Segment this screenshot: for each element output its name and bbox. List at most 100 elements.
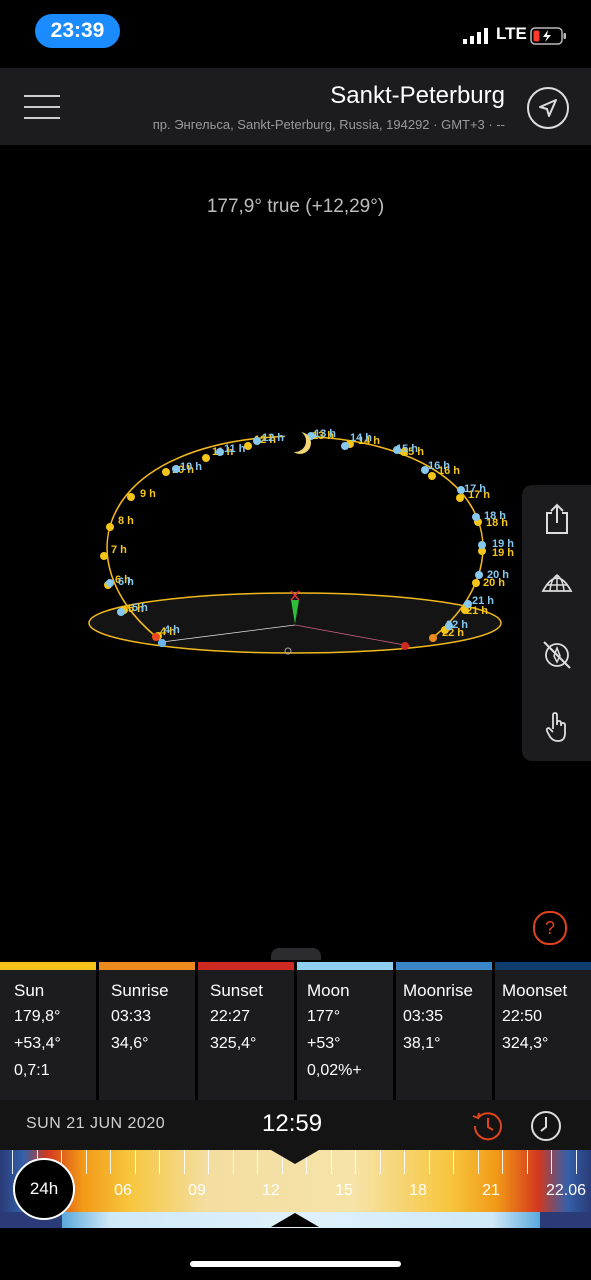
timeline-mode-button[interactable]: 24h bbox=[13, 1158, 75, 1220]
hour-point bbox=[106, 523, 114, 531]
hour-point bbox=[464, 600, 472, 608]
date-label[interactable]: SUN 21 JUN 2020 bbox=[26, 1115, 165, 1133]
card-value: 0,7:1 bbox=[14, 1062, 50, 1079]
card-color-bar bbox=[0, 962, 96, 970]
hour-point bbox=[475, 571, 483, 579]
timeline-tick bbox=[355, 1150, 356, 1174]
locate-button[interactable] bbox=[527, 87, 569, 129]
card-sun[interactable]: Sun 179,8° +53,4° 0,7:1 bbox=[0, 962, 96, 1100]
hour-point bbox=[216, 448, 224, 456]
timeline-label: 06 bbox=[114, 1182, 132, 1199]
card-moon[interactable]: Moon 177° +53° 0,02%+ bbox=[297, 962, 393, 1100]
hour-point bbox=[162, 468, 170, 476]
card-value: 177° bbox=[307, 1008, 341, 1025]
cellular-signal-icon bbox=[463, 28, 488, 44]
current-time-marker bbox=[271, 1150, 319, 1164]
hour-point bbox=[106, 579, 114, 587]
timeline-tick bbox=[429, 1150, 430, 1174]
timeline-label: 12 bbox=[262, 1182, 280, 1199]
card-title: Sunset bbox=[210, 981, 263, 1000]
card-title: Sunrise bbox=[111, 981, 169, 1000]
timeline-tick bbox=[135, 1150, 136, 1174]
share-button[interactable] bbox=[522, 487, 591, 551]
timeline-tick bbox=[478, 1150, 479, 1174]
sunrise-marker bbox=[152, 633, 160, 641]
card-sunset[interactable]: Sunset 22:27 325,4° bbox=[198, 962, 294, 1100]
location-arrow-icon bbox=[539, 99, 557, 117]
timeline-tick bbox=[331, 1150, 332, 1174]
location-address[interactable]: пр. Энгельса, Sankt-Peterburg, Russia, 1… bbox=[153, 117, 505, 132]
card-value: 22:27 bbox=[210, 1008, 251, 1025]
hour-label: 18 h bbox=[484, 510, 506, 522]
hour-label: 16 h bbox=[428, 460, 450, 472]
hour-point bbox=[117, 608, 125, 616]
time-label[interactable]: 12:59 bbox=[262, 1110, 322, 1138]
hour-label: 13 h bbox=[314, 428, 336, 440]
location-title[interactable]: Sankt-Peterburg bbox=[330, 82, 505, 110]
card-value: 03:33 bbox=[111, 1008, 152, 1025]
hour-label: 8 h bbox=[118, 515, 134, 527]
timeline-tick bbox=[12, 1150, 13, 1174]
moonrise-marker bbox=[158, 639, 166, 647]
card-moonset[interactable]: Moonset 22:50 324,3° bbox=[495, 962, 591, 1100]
timeline-tick bbox=[208, 1150, 209, 1174]
card-color-bar bbox=[99, 962, 195, 970]
timeline-tick bbox=[159, 1150, 160, 1174]
timeline-label: 22.06 bbox=[545, 1182, 587, 1199]
card-value: +53° bbox=[307, 1035, 341, 1052]
card-value: 0,02%+ bbox=[307, 1062, 362, 1079]
compass-toggle-button[interactable] bbox=[522, 623, 591, 687]
hour-label: 10 h bbox=[180, 461, 202, 473]
card-sunrise[interactable]: Sunrise 03:33 34,6° bbox=[99, 962, 195, 1100]
help-button[interactable]: ? bbox=[533, 911, 567, 945]
timeline-tick bbox=[502, 1150, 503, 1174]
hour-label: 5 h bbox=[132, 602, 148, 614]
compass-off-icon bbox=[542, 641, 571, 669]
card-value: 22:50 bbox=[502, 1008, 543, 1025]
globe-grid-icon bbox=[540, 574, 573, 592]
network-type: LTE bbox=[496, 24, 527, 43]
timeline-tick bbox=[453, 1150, 454, 1174]
panel-drag-handle[interactable] bbox=[271, 948, 321, 960]
card-title: Moonset bbox=[502, 981, 568, 1000]
timeline-tick bbox=[576, 1150, 577, 1174]
hour-point bbox=[472, 579, 480, 587]
reset-time-button[interactable] bbox=[470, 1108, 506, 1144]
sun-moon-path-scene[interactable]: 4 h 5 h 6 h 7 h 8 h 9 h 10 h 11 h 12 h 13 h 14 h 15… bbox=[0, 146, 591, 946]
hour-label: 22 h bbox=[446, 619, 468, 631]
hour-label: 21 h bbox=[472, 595, 494, 607]
map-view-button[interactable] bbox=[522, 551, 591, 615]
hour-label: 12 h bbox=[262, 432, 284, 444]
timeline-tick bbox=[86, 1150, 87, 1174]
hour-point bbox=[172, 465, 180, 473]
card-color-bar bbox=[198, 962, 294, 970]
hour-point bbox=[341, 442, 349, 450]
card-moonrise[interactable]: Moonrise 03:35 38,1° bbox=[396, 962, 492, 1100]
home-indicator bbox=[190, 1261, 401, 1267]
card-value: +53,4° bbox=[14, 1035, 61, 1052]
hour-point bbox=[100, 552, 108, 560]
hour-label: 14 h bbox=[350, 432, 372, 444]
current-time-marker-bottom bbox=[271, 1213, 319, 1227]
timeline-tick bbox=[233, 1150, 234, 1174]
timeline-label: 18 bbox=[409, 1182, 427, 1199]
history-clock-icon bbox=[472, 1112, 502, 1141]
card-value: 34,6° bbox=[111, 1035, 149, 1052]
touch-mode-button[interactable] bbox=[522, 695, 591, 759]
hour-label: 19 h bbox=[492, 538, 514, 550]
card-title: Moon bbox=[307, 981, 350, 1000]
hour-point bbox=[202, 454, 210, 462]
timeline-tick bbox=[551, 1150, 552, 1174]
timeline-label: 21 bbox=[482, 1182, 500, 1199]
card-value: 03:35 bbox=[403, 1008, 444, 1025]
timeline-tick bbox=[380, 1150, 381, 1174]
card-value: 38,1° bbox=[403, 1035, 441, 1052]
menu-button[interactable] bbox=[24, 95, 62, 121]
timeline-tick bbox=[110, 1150, 111, 1174]
hour-label: 15 h bbox=[396, 443, 418, 455]
hour-label: 6 h bbox=[118, 576, 134, 588]
hour-label: 20 h bbox=[487, 569, 509, 581]
share-icon bbox=[545, 503, 568, 534]
clock-button[interactable] bbox=[528, 1108, 564, 1144]
timeline-label: 09 bbox=[188, 1182, 206, 1199]
